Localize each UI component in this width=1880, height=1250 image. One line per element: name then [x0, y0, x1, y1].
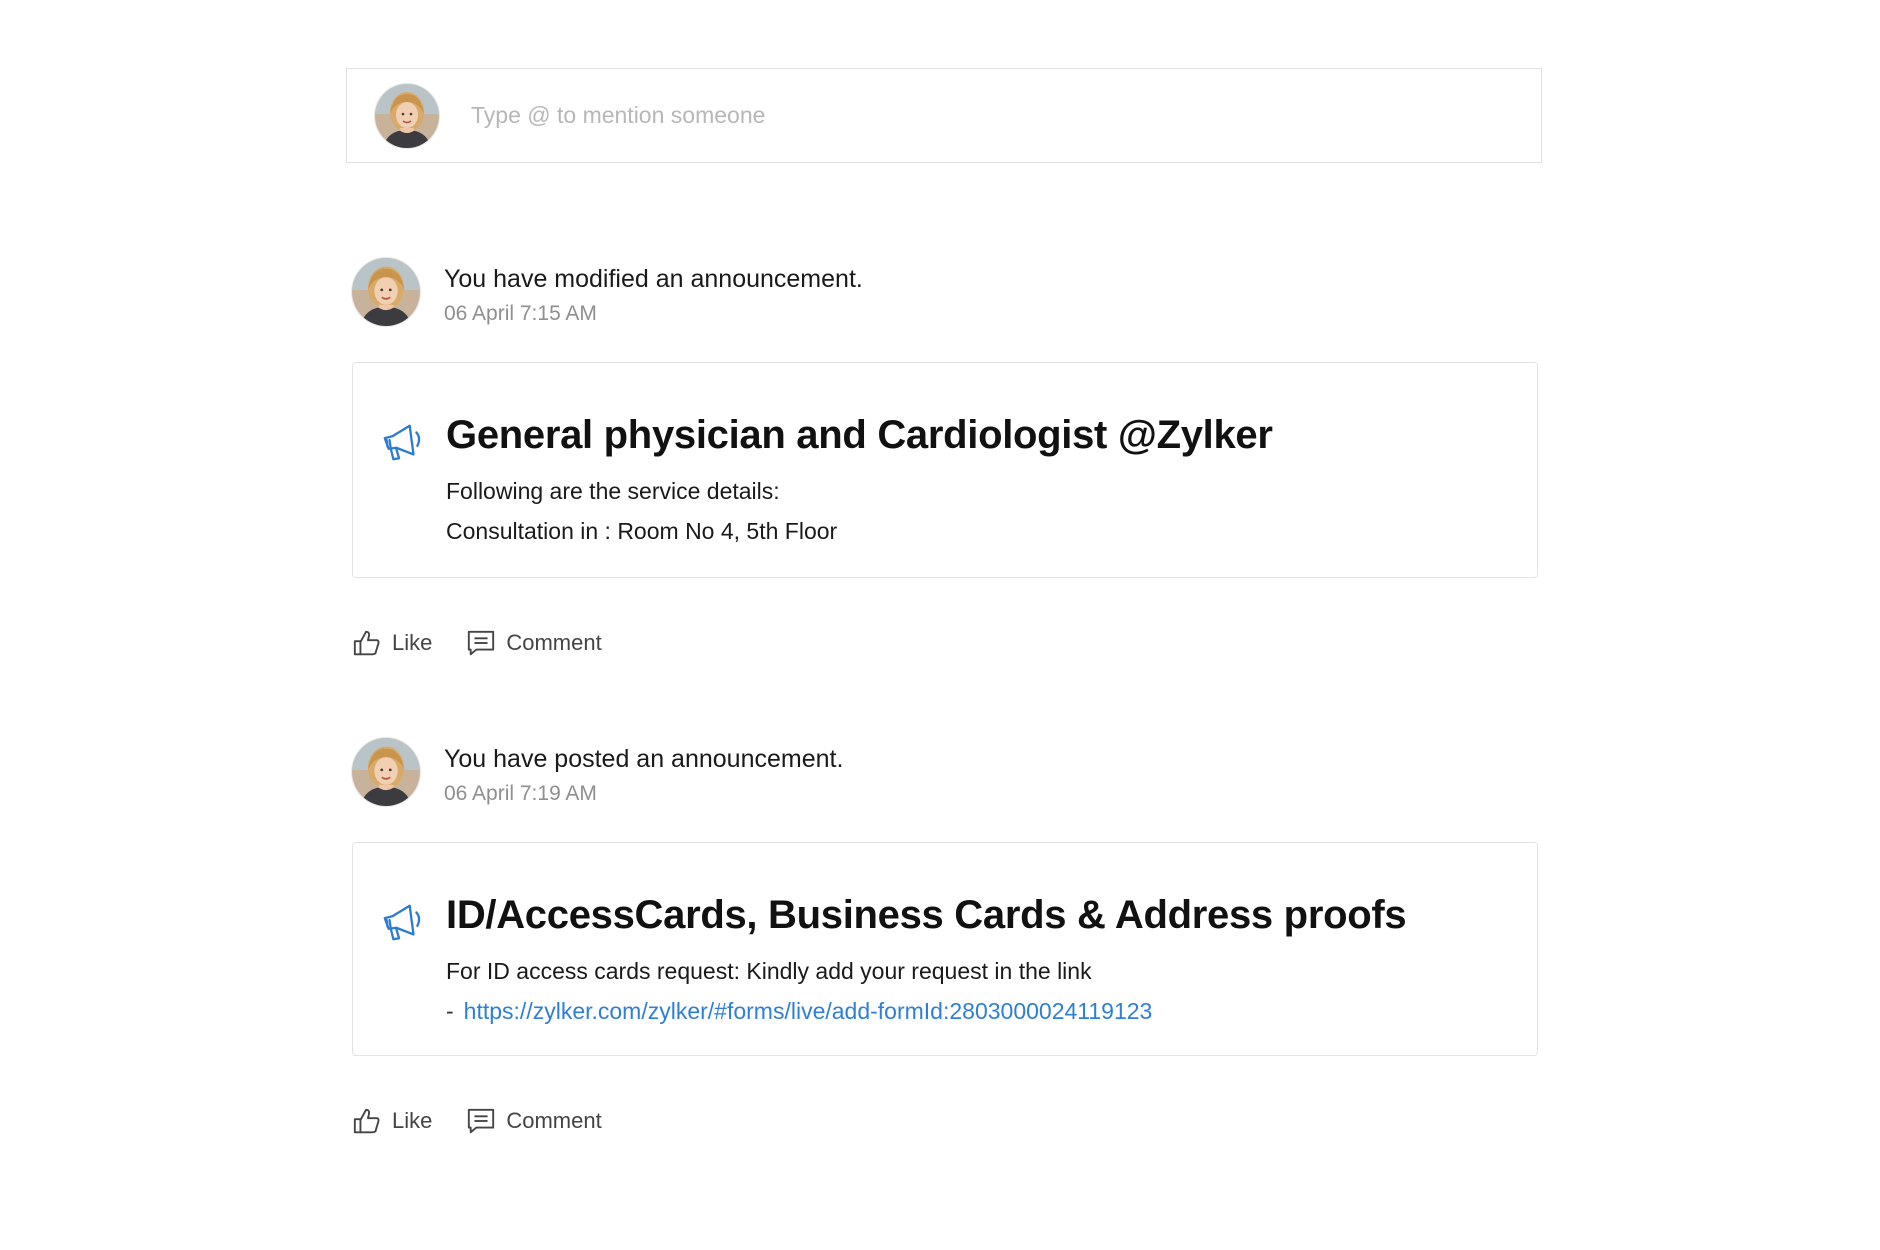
comment-button[interactable]: Comment — [466, 628, 602, 658]
feed-action-text: You have posted an announcement. — [444, 745, 844, 773]
link-prefix: - — [446, 998, 454, 1024]
mention-input[interactable] — [471, 102, 1471, 129]
announcement-link-line: - https://zylker.com/zylker/#forms/live/a… — [446, 991, 1497, 1031]
comment-label: Comment — [506, 630, 602, 655]
form-link[interactable]: https://zylker.com/zylker/#forms/live/ad… — [464, 998, 1153, 1024]
like-label: Like — [392, 1108, 433, 1133]
thumbs-up-icon — [353, 1108, 380, 1134]
feed-item: You have modified an announcement. 06 Ap… — [352, 258, 1538, 658]
like-button[interactable]: Like — [352, 628, 432, 658]
announcement-line: Consultation in : Room No 4, 5th Floor — [446, 518, 838, 544]
comment-label: Comment — [506, 1108, 602, 1133]
feed-timestamp: 06 April 7:15 AM — [444, 302, 597, 325]
feed-actions: Like Comment — [352, 1106, 1538, 1136]
thumbs-up-icon — [353, 630, 380, 656]
announcement-card[interactable]: General physician and Cardiologist @Zylk… — [352, 362, 1538, 578]
megaphone-icon — [383, 424, 421, 461]
activity-feed-page: You have modified an announcement. 06 Ap… — [0, 0, 1880, 1250]
mention-composer[interactable] — [346, 68, 1542, 163]
comment-icon — [468, 630, 495, 656]
announcement-line: Following are the service details: — [446, 478, 780, 504]
feed-item-header: You have posted an announcement. 06 Apri… — [352, 738, 1538, 810]
feed-action-text: You have modified an announcement. — [444, 265, 863, 293]
comment-icon — [468, 1108, 495, 1134]
like-label: Like — [392, 630, 433, 655]
feed-item-header: You have modified an announcement. 06 Ap… — [352, 258, 1538, 330]
announcement-card[interactable]: ID/AccessCards, Business Cards & Address… — [352, 842, 1538, 1056]
like-button[interactable]: Like — [352, 1106, 432, 1136]
feed-item: You have posted an announcement. 06 Apri… — [352, 738, 1538, 1136]
feed-item-meta: You have modified an announcement. 06 Ap… — [444, 258, 863, 330]
user-avatar — [352, 738, 420, 806]
announcement-line: For ID access cards request: Kindly add … — [446, 958, 1092, 984]
user-avatar — [375, 84, 439, 148]
feed-timestamp: 06 April 7:19 AM — [444, 782, 597, 805]
feed-actions: Like Comment — [352, 628, 1538, 658]
announcement-title: General physician and Cardiologist @Zylk… — [446, 413, 1273, 457]
announcement-title: ID/AccessCards, Business Cards & Address… — [446, 893, 1407, 937]
megaphone-icon — [383, 904, 421, 941]
feed-item-meta: You have posted an announcement. 06 Apri… — [444, 738, 843, 810]
comment-button[interactable]: Comment — [466, 1106, 602, 1136]
user-avatar — [352, 258, 420, 326]
